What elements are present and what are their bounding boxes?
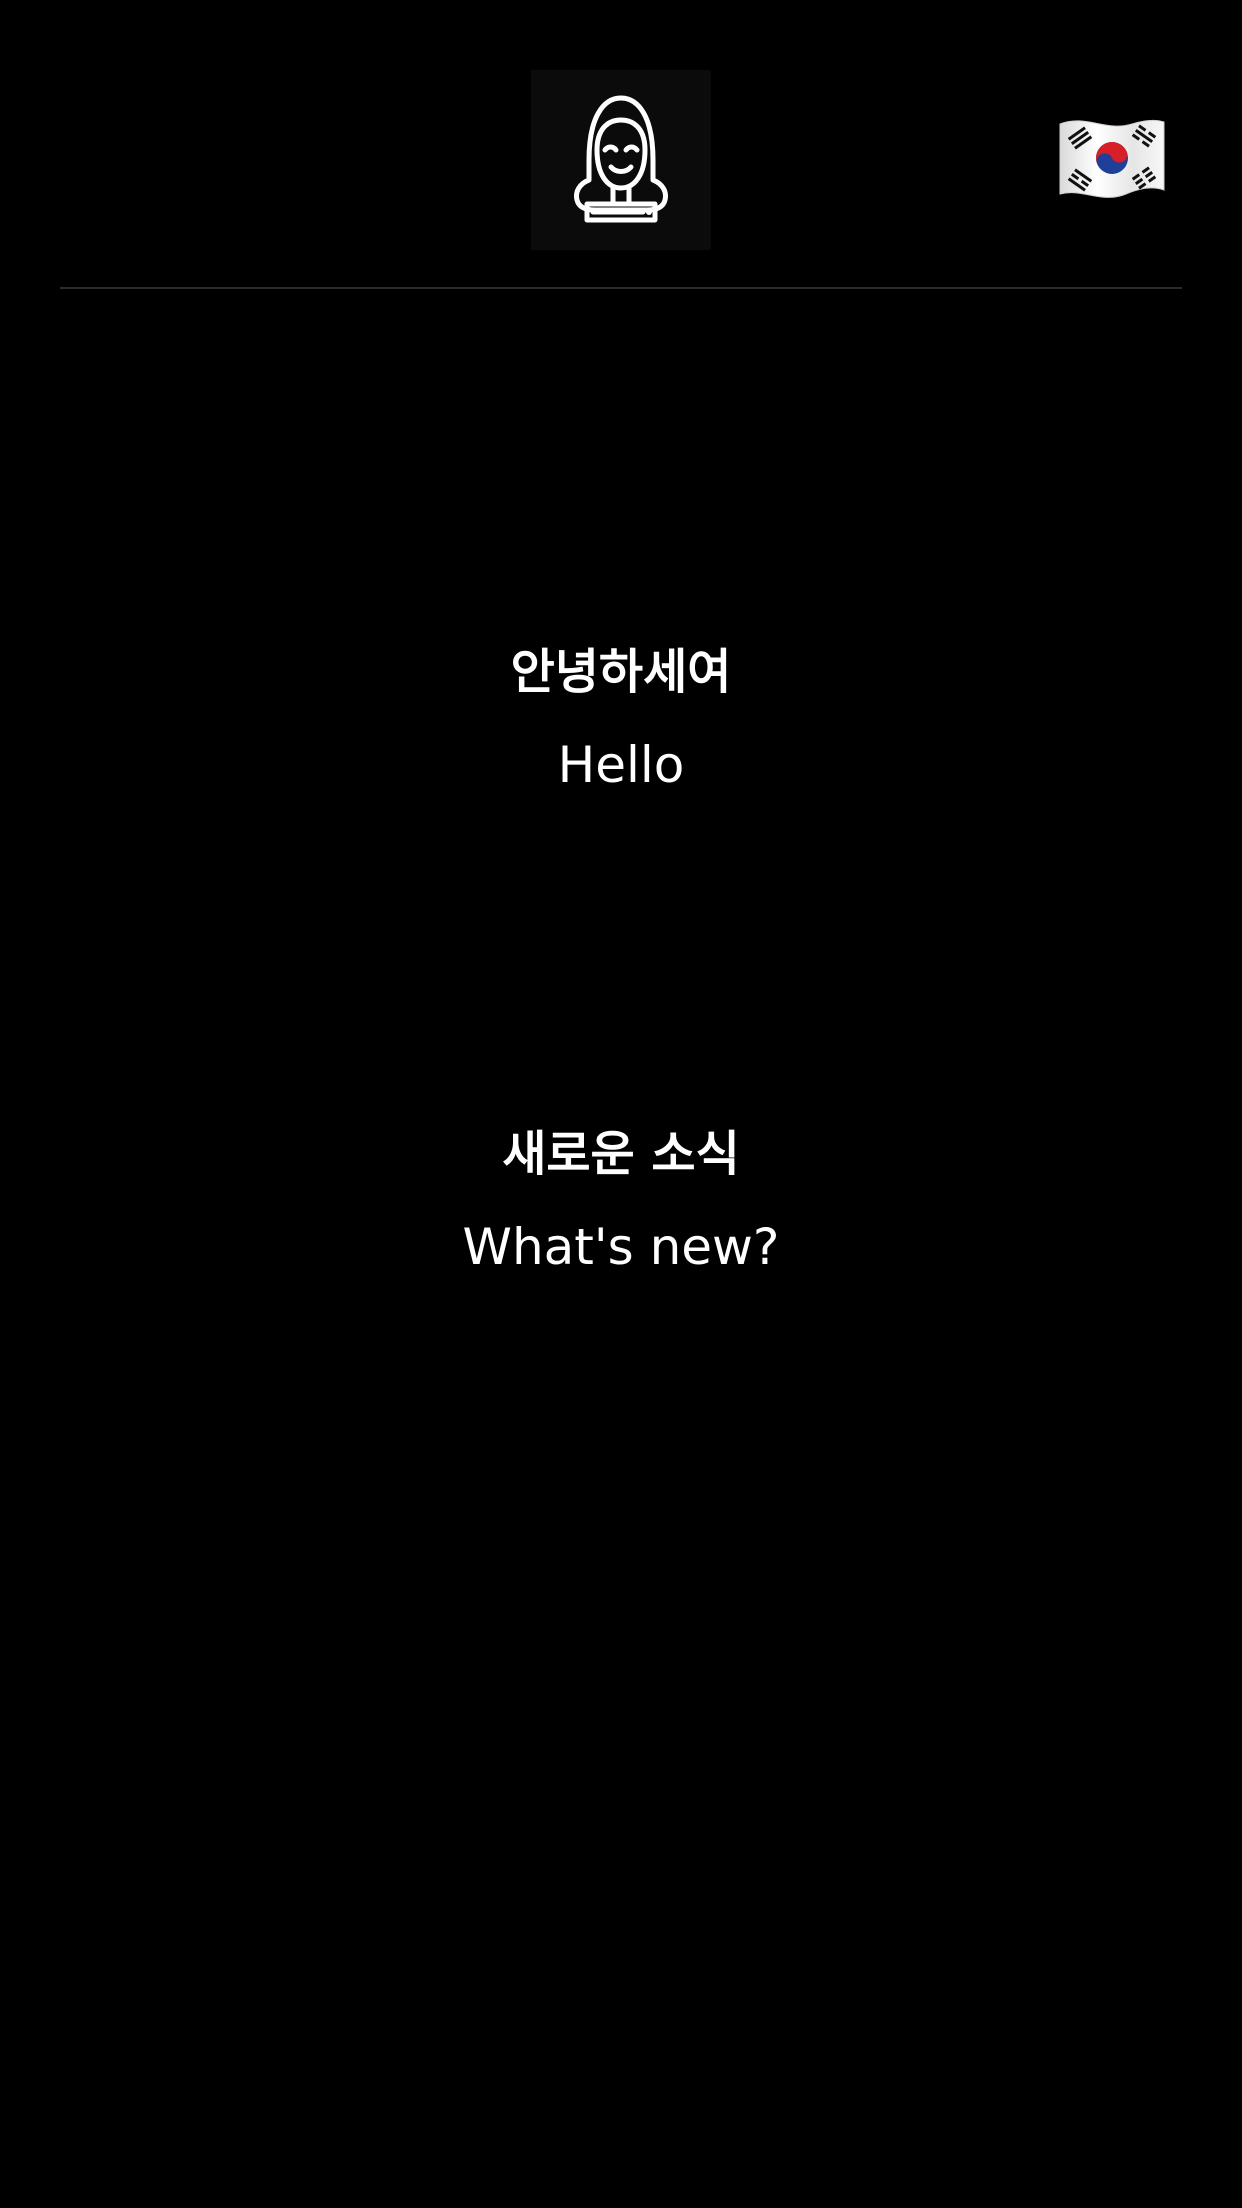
phrase-native-text: 새로운 소식 bbox=[502, 1126, 740, 1182]
phrase-card[interactable]: 새로운 소식 What's new? bbox=[0, 1124, 1242, 1278]
south-korea-flag-icon bbox=[1059, 119, 1165, 198]
phrase-translation-text: Hello bbox=[557, 736, 685, 794]
phrase-native-text: 안녕하세여 bbox=[510, 644, 732, 700]
language-flag-button[interactable] bbox=[1056, 112, 1168, 204]
phrase-translation-text: What's new? bbox=[462, 1218, 780, 1276]
header bbox=[0, 0, 1242, 289]
phrase-card[interactable]: 안녕하세여 Hello bbox=[0, 642, 1242, 796]
woman-face-icon bbox=[574, 95, 668, 223]
avatar[interactable] bbox=[531, 70, 711, 250]
header-divider bbox=[60, 287, 1182, 289]
